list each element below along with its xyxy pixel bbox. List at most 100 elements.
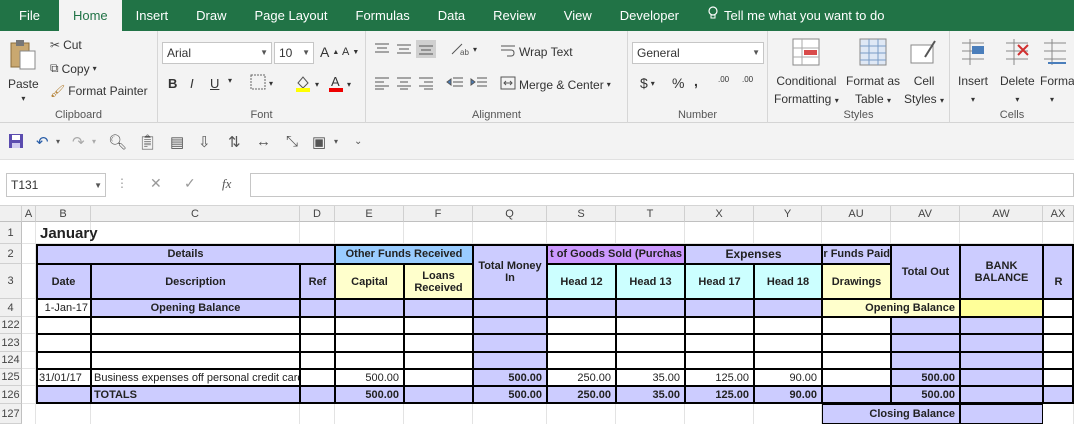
column-header-t[interactable]: T — [616, 206, 685, 222]
tab-draw[interactable]: Draw — [182, 0, 240, 31]
cell-r125-cs[interactable]: 250.00 — [547, 369, 616, 386]
column-header-y[interactable]: Y — [754, 206, 822, 222]
comma-button[interactable]: , — [694, 73, 698, 89]
cell-r123-cb[interactable] — [36, 334, 91, 352]
cell-aw4[interactable] — [960, 299, 1043, 317]
cell-r122-cc[interactable] — [91, 317, 300, 334]
cell-y4[interactable] — [754, 299, 822, 317]
row-header-123[interactable]: 123 — [0, 334, 22, 352]
cell-r124-cc[interactable] — [91, 352, 300, 369]
align-left-icon[interactable] — [374, 76, 390, 90]
column-header-q[interactable]: Q — [473, 206, 547, 222]
undo-icon[interactable]: ↶ — [36, 133, 49, 151]
format-as-table-button[interactable]: Format as Table ▾ — [846, 37, 900, 108]
head12-header[interactable]: Head 12 — [547, 264, 616, 299]
column-header-au[interactable]: AU — [822, 206, 891, 222]
cell-r125-ce[interactable]: 500.00 — [335, 369, 404, 386]
cell-x4[interactable] — [685, 299, 754, 317]
column-header-ax[interactable]: AX — [1043, 206, 1074, 222]
cell-r125-cau[interactable] — [822, 369, 891, 386]
cell-r122-ct[interactable] — [616, 317, 685, 334]
copy-button[interactable]: ⧉ Copy ▾ — [50, 61, 97, 76]
borders-button[interactable]: ▾ — [250, 74, 273, 93]
insert-cells-button[interactable]: Insert ▾ — [958, 37, 988, 107]
cell-r125-cb[interactable]: 31/01/17 — [36, 369, 91, 386]
cell-r124-ce[interactable] — [335, 352, 404, 369]
row-header-126[interactable]: 126 — [0, 386, 22, 404]
total-cell-ax[interactable] — [1043, 386, 1074, 404]
currency-button[interactable]: $ ▾ — [640, 75, 655, 91]
head17-header[interactable]: Head 17 — [685, 264, 754, 299]
tab-home[interactable]: Home — [58, 0, 122, 31]
cell-au4[interactable]: Opening Balance — [822, 299, 960, 317]
bank-balance-header[interactable]: BANK BALANCE — [960, 244, 1043, 299]
cell-r123-cf[interactable] — [404, 334, 473, 352]
fit-icon[interactable]: ⤡ — [286, 133, 298, 150]
cell-r124-cs[interactable] — [547, 352, 616, 369]
align-right-icon[interactable] — [418, 76, 434, 90]
total-cell-e[interactable]: 500.00 — [335, 386, 404, 404]
cell-r125-ct[interactable]: 35.00 — [616, 369, 685, 386]
head18-header[interactable]: Head 18 — [754, 264, 822, 299]
conditional-formatting-button[interactable]: Conditional Formatting ▾ — [774, 37, 839, 108]
insert-function-icon[interactable]: fx — [222, 176, 231, 192]
total-cell-b[interactable] — [36, 386, 91, 404]
decrease-decimal-icon[interactable]: .00 — [742, 75, 753, 84]
cell-styles-button[interactable]: Cell Styles ▾ — [904, 37, 944, 108]
tab-review[interactable]: Review — [479, 0, 550, 31]
align-bottom-icon[interactable] — [416, 40, 436, 58]
formula-input[interactable] — [250, 173, 1074, 197]
total-money-in-header[interactable]: Total Money In — [473, 244, 547, 299]
total-cell-s[interactable]: 250.00 — [547, 386, 616, 404]
row-header-125[interactable]: 125 — [0, 369, 22, 386]
cell-r125-cax[interactable] — [1043, 369, 1074, 386]
align-middle-icon[interactable] — [396, 42, 412, 56]
paste-button[interactable]: Paste ▾ — [8, 39, 39, 103]
orientation-icon[interactable]: ab ▾ — [450, 42, 477, 56]
decrease-indent-icon[interactable] — [446, 76, 464, 90]
cell-f4[interactable] — [404, 299, 473, 317]
cell-r122-cau[interactable] — [822, 317, 891, 334]
cell-r123-cc[interactable] — [91, 334, 300, 352]
cell-r123-cx[interactable] — [685, 334, 754, 352]
row-header-2[interactable]: 2 — [0, 244, 22, 264]
cell-r122-cax[interactable] — [1043, 317, 1074, 334]
closing-balance-label[interactable]: Closing Balance — [822, 404, 960, 424]
sheet-title[interactable]: January — [36, 222, 335, 244]
camera-icon[interactable]: ▣ — [312, 133, 326, 151]
chevron-down-icon[interactable]: ▾ — [56, 137, 60, 146]
enter-icon[interactable]: ✓ — [184, 175, 196, 192]
save-icon[interactable] — [8, 133, 24, 153]
increase-decimal-icon[interactable]: .00 — [718, 75, 729, 84]
cell-q4[interactable] — [473, 299, 547, 317]
cell-d4[interactable] — [300, 299, 335, 317]
cell-c4[interactable]: Opening Balance — [91, 299, 300, 317]
drawings-header[interactable]: Drawings — [822, 264, 891, 299]
name-box[interactable]: T131 ▼ — [6, 173, 106, 197]
head13-header[interactable]: Head 13 — [616, 264, 685, 299]
cell-r122-cx[interactable] — [685, 317, 754, 334]
cell-r123-cau[interactable] — [822, 334, 891, 352]
font-size-select[interactable]: 10 ▼ — [274, 42, 314, 64]
cell-r123-ct[interactable] — [616, 334, 685, 352]
format-cells-button[interactable]: Forma ▾ — [1040, 37, 1074, 107]
cell-r124-ct[interactable] — [616, 352, 685, 369]
fill-color-button[interactable]: ▾ — [294, 74, 319, 95]
tell-me-box[interactable]: Tell me what you want to do — [693, 0, 898, 31]
select-all-corner[interactable] — [0, 206, 22, 222]
cell-s4[interactable] — [547, 299, 616, 317]
chevron-down-icon[interactable]: ▾ — [92, 137, 96, 146]
cell-r123-ce[interactable] — [335, 334, 404, 352]
row-header-3[interactable]: 3 — [0, 264, 22, 299]
column-header-s[interactable]: S — [547, 206, 616, 222]
align-top-icon[interactable] — [374, 42, 390, 56]
r-header[interactable]: R — [1043, 244, 1074, 299]
underline-button[interactable]: U — [210, 76, 219, 91]
total-cell-aw[interactable] — [960, 386, 1043, 404]
cell-r123-caw[interactable] — [960, 334, 1043, 352]
tab-view[interactable]: View — [550, 0, 606, 31]
percent-button[interactable]: % — [672, 75, 684, 91]
print-preview-icon[interactable]: 🔍︎ — [108, 133, 127, 151]
page-setup-icon[interactable]: ▤ — [170, 133, 184, 151]
funds-paid-header[interactable]: r Funds Paid — [822, 244, 891, 264]
